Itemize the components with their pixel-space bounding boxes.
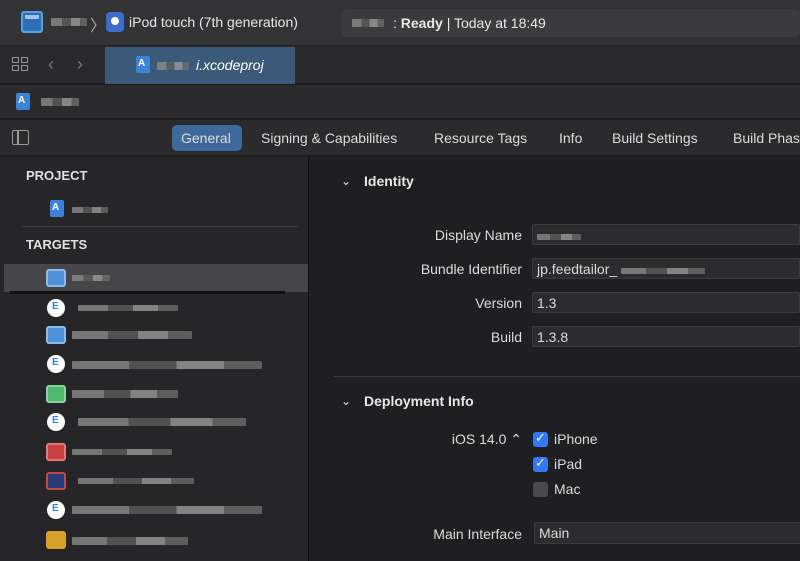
- tab-resource-tags[interactable]: Resource Tags: [434, 130, 527, 146]
- tab-label: i.xcodeproj: [196, 57, 264, 73]
- general-settings-pane: [310, 157, 800, 561]
- status-time: Today at 18:49: [453, 15, 546, 31]
- app-target-icon: [46, 326, 66, 344]
- target-name-redacted[interactable]: [72, 275, 110, 281]
- darkred-app-icon: [46, 472, 66, 490]
- chevron-down-icon[interactable]: ⌄: [341, 174, 351, 188]
- chevron-right-icon: 〉: [90, 18, 107, 35]
- target-name-redacted[interactable]: [72, 361, 262, 369]
- tab-name-redacted: [157, 62, 189, 70]
- chevron-down-icon[interactable]: ⌄: [341, 394, 351, 408]
- run-destination[interactable]: iPod touch (7th generation): [129, 14, 298, 30]
- target-name-redacted[interactable]: [72, 537, 188, 545]
- ipad-label: iPad: [554, 456, 583, 472]
- related-items-grid-icon[interactable]: [12, 57, 30, 73]
- selection-shadow: [10, 291, 285, 294]
- tab-build-phases[interactable]: Build Phas: [733, 130, 800, 146]
- scheme-icon[interactable]: [21, 11, 43, 33]
- main-interface-label: Main Interface: [433, 526, 522, 542]
- extension-icon: [47, 501, 65, 519]
- deployment-info-section-title[interactable]: Deployment Info: [364, 393, 474, 409]
- target-name-redacted[interactable]: [72, 390, 178, 398]
- scheme-name-redacted[interactable]: [51, 18, 87, 26]
- iphone-checkbox[interactable]: [533, 430, 548, 447]
- tab-info[interactable]: Info: [559, 130, 582, 146]
- target-name-redacted[interactable]: [78, 305, 178, 311]
- bundle-identifier-value: jp.feedtailor_: [537, 261, 618, 277]
- bundle-identifier-label: Bundle Identifier: [420, 261, 522, 277]
- project-targets-sidebar: [0, 157, 309, 561]
- green-app-icon: [46, 385, 66, 403]
- status-project-redacted: [352, 19, 384, 27]
- project-item-redacted[interactable]: [72, 207, 108, 213]
- version-label: Version: [475, 295, 522, 311]
- build-status: : Ready | Today at 18:49: [393, 15, 546, 31]
- version-field[interactable]: 1.3: [532, 292, 800, 313]
- targets-heading: TARGETS: [26, 237, 88, 252]
- build-label: Build: [490, 329, 522, 345]
- device-icon[interactable]: [106, 12, 124, 32]
- main-interface-combobox[interactable]: Main: [534, 522, 800, 544]
- tab-build-settings[interactable]: Build Settings: [612, 130, 698, 146]
- red-app-icon: [46, 443, 66, 461]
- mac-checkbox[interactable]: [533, 482, 548, 497]
- iphone-label: iPhone: [554, 431, 598, 447]
- forward-arrow-icon[interactable]: ›: [77, 54, 83, 75]
- back-arrow-icon[interactable]: ‹: [48, 54, 54, 75]
- display-name-field[interactable]: [532, 224, 800, 245]
- identity-section-title[interactable]: Identity: [364, 173, 414, 189]
- breadcrumb-project-redacted[interactable]: [41, 98, 79, 106]
- project-heading: PROJECT: [26, 168, 88, 183]
- target-name-redacted[interactable]: [72, 331, 192, 339]
- display-name-label: Display Name: [434, 227, 522, 243]
- bundle-id-redacted: [621, 268, 706, 274]
- sidebar-toggle-icon[interactable]: [12, 130, 29, 145]
- target-name-redacted[interactable]: [72, 449, 172, 455]
- app-target-icon: [46, 269, 66, 287]
- mac-label: Mac: [554, 481, 581, 497]
- extension-icon: [47, 413, 65, 431]
- tab-signing-capabilities[interactable]: Signing & Capabilities: [261, 130, 397, 146]
- build-field[interactable]: 1.3.8: [532, 326, 800, 347]
- status-ready: Ready: [400, 15, 443, 31]
- bundle-identifier-field[interactable]: jp.feedtailor_: [532, 258, 800, 279]
- display-name-redacted: [537, 234, 581, 240]
- project-file-icon[interactable]: [16, 93, 30, 110]
- project-item-icon[interactable]: [50, 200, 64, 217]
- extension-icon: [47, 299, 65, 317]
- ipad-checkbox[interactable]: [533, 455, 548, 472]
- xcodeproj-file-icon: [136, 56, 150, 73]
- target-name-redacted[interactable]: [78, 478, 194, 484]
- target-name-redacted[interactable]: [78, 418, 246, 426]
- tab-general[interactable]: General: [181, 130, 231, 146]
- framework-kit-icon: [46, 531, 66, 549]
- jump-bar: [0, 85, 800, 119]
- target-name-redacted[interactable]: [72, 506, 262, 514]
- extension-icon: [47, 355, 65, 373]
- ios-deployment-target-popup[interactable]: iOS 14.0 ⌃: [322, 431, 522, 448]
- sidebar-divider: [22, 226, 298, 227]
- section-divider: [334, 376, 800, 377]
